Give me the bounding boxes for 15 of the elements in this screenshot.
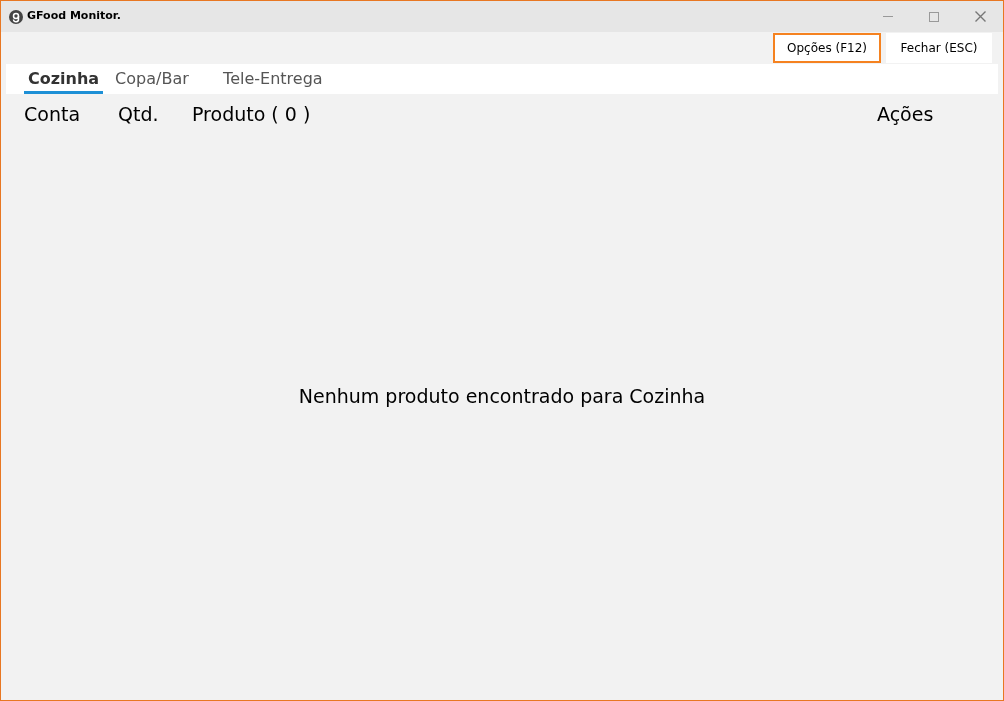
toolbar-button[interactable]: Fechar (ESC) [886,33,992,63]
maximize-icon [929,11,939,22]
toolbar-button[interactable]: Opções (F12) [773,33,881,63]
column-header: Qtd. [118,102,159,127]
minimize-icon [883,16,893,17]
empty-message: Nenhum produto encontrado para Cozinha [298,383,706,409]
close-icon [974,11,986,22]
tab[interactable]: Copa/Bar [111,64,212,94]
tab[interactable]: Cozinha [24,64,104,94]
app-logo-icon [9,9,23,24]
tab[interactable]: Tele-Entrega [219,64,332,94]
column-header: Conta [24,102,81,127]
window-title: GFood Monitor. [27,8,121,25]
column-header: Produto ( 0 ) [192,102,311,127]
column-header: Ações [877,102,934,127]
